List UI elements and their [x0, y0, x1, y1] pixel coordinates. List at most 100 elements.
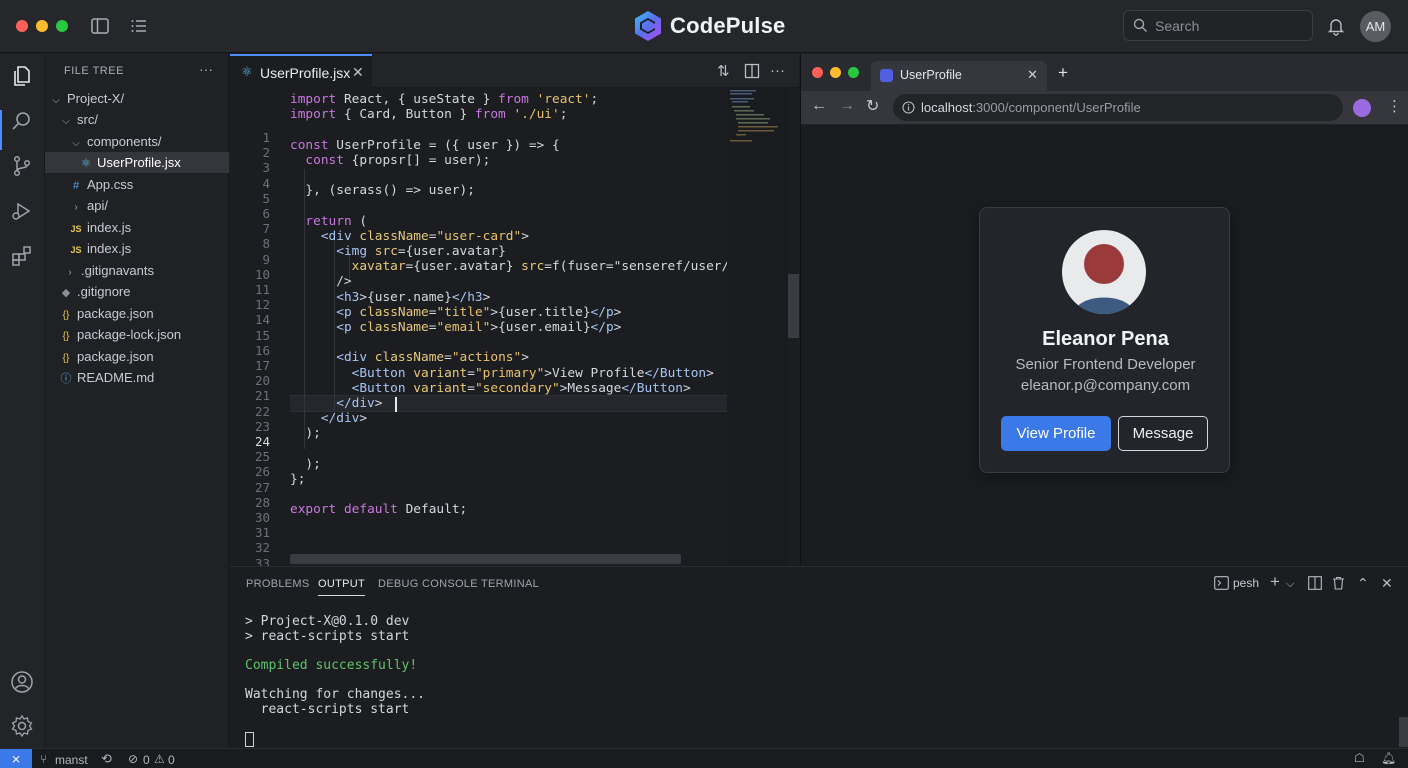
code-line: return (: [305, 213, 368, 229]
output-line: Watching for changes...: [245, 687, 426, 702]
add-terminal-icon[interactable]: +: [1270, 572, 1280, 592]
back-arrow-icon[interactable]: ←: [811, 97, 827, 115]
chevron-right-icon: ›: [74, 202, 78, 213]
avatar-illustration: [1074, 244, 1134, 314]
account-icon[interactable]: [10, 670, 34, 694]
close-tab-icon[interactable]: ✕: [352, 64, 364, 81]
tree-item-readme-md[interactable]: ⓘ README.md: [45, 367, 229, 388]
view-profile-button[interactable]: View Profile: [1001, 416, 1111, 451]
more-actions-icon[interactable]: ···: [199, 61, 213, 77]
split-panel-icon[interactable]: [1308, 576, 1322, 590]
browser-tab-userprofile[interactable]: UserProfile ✕: [871, 61, 1047, 91]
bell-icon[interactable]: [1326, 16, 1346, 36]
terminal-cursor: [245, 732, 254, 747]
tree-item-components[interactable]: ⌵ components/: [45, 131, 229, 152]
close-tab-icon[interactable]: ✕: [1027, 67, 1038, 83]
maximize-window-button[interactable]: [56, 20, 68, 32]
source-control-icon[interactable]: [10, 154, 34, 178]
message-button[interactable]: Message: [1118, 416, 1208, 451]
tab-output[interactable]: OUTPUT: [318, 578, 366, 596]
error-count[interactable]: 0: [143, 753, 150, 767]
panel-scrollbar[interactable]: [1399, 717, 1408, 747]
search-icon[interactable]: [10, 109, 34, 133]
feedback-icon[interactable]: ☖: [1354, 751, 1365, 765]
browser-menu-icon[interactable]: ⋮: [1387, 97, 1402, 115]
close-panel-icon[interactable]: ✕: [1381, 575, 1393, 592]
tab-terminal[interactable]: TERMINAL: [481, 578, 539, 590]
user-email: eleanor.p@company.com: [1020, 377, 1191, 394]
minimap-preview: [730, 90, 778, 142]
tab-debug-console[interactable]: DEBUG CONSOLE: [378, 578, 478, 590]
app-title: CodePulse: [670, 13, 786, 38]
extensions-icon[interactable]: [10, 244, 34, 268]
sidebar-toggle-icon[interactable]: [90, 16, 110, 36]
warning-count[interactable]: 0: [168, 753, 175, 767]
split-editor-icon[interactable]: [744, 63, 760, 79]
tree-item-package-json[interactable]: {} package.json: [45, 346, 229, 367]
js-file-icon: JS: [70, 245, 82, 255]
minimize-window-button[interactable]: [36, 20, 48, 32]
new-tab-button[interactable]: +: [1058, 63, 1068, 83]
file-tree-sidebar: FILE TREE ··· ⌵ Project-X/ ⌵ src/ ⌵ compone…: [45, 54, 229, 748]
chevron-right-icon: ›: [68, 267, 72, 278]
chevron-up-icon[interactable]: ⌃: [1357, 575, 1369, 592]
line-number: 7: [262, 221, 270, 237]
tree-item-src[interactable]: ⌵ src/: [45, 109, 229, 130]
tree-item-package-json[interactable]: {} package.json: [45, 303, 229, 324]
editor-vertical-scrollbar[interactable]: [788, 88, 799, 566]
forward-arrow-icon[interactable]: →: [839, 97, 855, 115]
tree-item-label: .gitignavants: [81, 263, 154, 278]
output-line: > Project-X@0.1.0 dev: [245, 614, 410, 629]
browser-tab-label: UserProfile: [900, 68, 962, 82]
close-window-button[interactable]: [16, 20, 28, 32]
tree-item-index-js[interactable]: JS index.js: [45, 217, 229, 238]
tree-item-app-css[interactable]: # App.css: [45, 174, 229, 195]
list-icon[interactable]: [129, 16, 149, 36]
compiled-status-line: Compiled successfully!: [245, 658, 418, 673]
code-line: import { Card, Button } from './ui';: [290, 107, 568, 123]
editor-tab-userprofile[interactable]: ⚛ UserProfile.jsx ✕: [230, 54, 372, 89]
tree-item-label: App.css: [87, 177, 134, 192]
chevron-down-icon: ⌵: [52, 95, 60, 106]
tree-item-package-lock-json[interactable]: {} package-lock.json: [45, 324, 229, 345]
compare-changes-icon[interactable]: ⇅: [717, 62, 730, 80]
search-input[interactable]: Search: [1123, 10, 1313, 41]
branch-name[interactable]: manst: [55, 753, 88, 767]
profile-icon[interactable]: [1353, 99, 1371, 117]
line-number: 20: [254, 373, 270, 389]
browser-close-button[interactable]: [812, 67, 823, 78]
address-bar[interactable]: localhost:3000/component/UserProfile: [893, 94, 1343, 121]
browser-minimize-button[interactable]: [830, 67, 841, 78]
scrollbar-thumb[interactable]: [788, 274, 799, 338]
editor-horizontal-scrollbar[interactable]: [290, 554, 681, 564]
code-line: );: [290, 456, 321, 472]
code-line: export default Default;: [290, 502, 468, 518]
tab-problems[interactable]: PROBLEMS: [246, 578, 310, 590]
browser-maximize-button[interactable]: [848, 67, 859, 78]
terminal-shell-selector[interactable]: pesh: [1233, 576, 1259, 590]
user-avatar[interactable]: AM: [1360, 11, 1391, 42]
tree-item-userprofile-jsx[interactable]: ⚛ UserProfile.jsx: [45, 152, 229, 173]
tree-item-gitignavants[interactable]: › .gitignavants: [45, 260, 229, 281]
active-indicator: [0, 110, 2, 150]
more-actions-icon[interactable]: ···: [770, 62, 785, 79]
settings-gear-icon[interactable]: [10, 714, 34, 738]
tree-item-project-x[interactable]: ⌵ Project-X/: [45, 88, 229, 109]
react-file-icon: ⚛: [80, 156, 92, 170]
sync-icon[interactable]: ⟲: [101, 751, 112, 767]
code-line: </div>: [336, 396, 383, 411]
minimap[interactable]: [727, 88, 788, 566]
trash-icon[interactable]: [1332, 576, 1345, 590]
line-number: 32: [254, 540, 270, 556]
tree-item-gitignore[interactable]: ◆ .gitignore: [45, 281, 229, 302]
code-line: const UserProfile = ({ user }) => {: [290, 137, 560, 153]
tree-item-index-js[interactable]: JS index.js: [45, 238, 229, 259]
profile-avatar: [1062, 230, 1146, 314]
explorer-icon[interactable]: [10, 64, 34, 88]
notification-bell-icon[interactable]: 🔔︎: [1381, 751, 1396, 765]
reload-icon[interactable]: ↻: [866, 96, 879, 116]
chevron-down-icon[interactable]: ⌵: [1286, 578, 1294, 591]
run-debug-icon[interactable]: [10, 199, 34, 223]
remote-indicator-icon[interactable]: ⨯: [0, 749, 32, 768]
tree-item-api[interactable]: › api/: [45, 195, 229, 216]
